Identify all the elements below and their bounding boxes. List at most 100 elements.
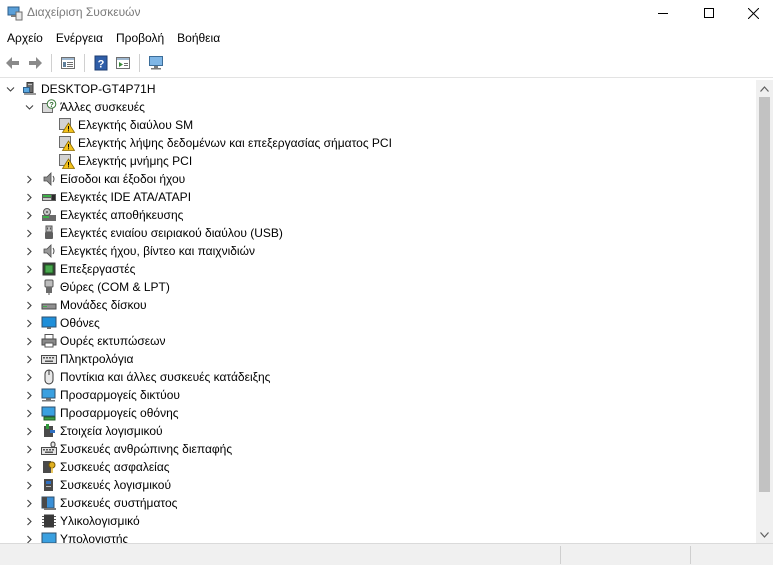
chevron-right-icon[interactable] xyxy=(23,317,35,329)
computer-icon xyxy=(41,531,57,543)
chevron-right-icon[interactable] xyxy=(23,191,35,203)
title-bar: Διαχείριση Συσκευών xyxy=(0,0,773,26)
svg-text:?: ? xyxy=(98,59,105,71)
tree-category-ports[interactable]: Θύρες (COM & LPT) xyxy=(0,278,756,296)
menu-view[interactable]: Προβολή xyxy=(111,27,169,49)
category-label: Ελεγκτές ήχου, βίντεο και παιχνιδιών xyxy=(60,244,255,258)
category-label: Προσαρμογείς δικτύου xyxy=(60,388,180,402)
toolbar-separator xyxy=(51,54,52,72)
scan-hardware-button[interactable] xyxy=(145,52,167,74)
maximize-button[interactable] xyxy=(686,0,732,26)
toolbar: ? xyxy=(0,50,773,76)
category-label: Θύρες (COM & LPT) xyxy=(60,280,170,294)
help-button[interactable]: ? xyxy=(90,52,112,74)
usb-icon xyxy=(41,225,57,241)
keyboard-icon xyxy=(41,351,57,367)
display-adapter-icon xyxy=(41,405,57,421)
back-arrow-icon xyxy=(6,57,19,69)
device-manager-app-icon xyxy=(7,5,23,21)
scroll-up-button[interactable] xyxy=(756,80,773,97)
tree-child-pci-memory-controller[interactable]: Ελεγκτής μνήμης PCI xyxy=(0,152,756,170)
warning-device-icon xyxy=(59,153,75,169)
forward-button[interactable] xyxy=(24,52,46,74)
security-device-icon xyxy=(41,459,57,475)
chevron-right-icon[interactable] xyxy=(23,227,35,239)
tree-child-pci-data-acquisition-controller[interactable]: Ελεγκτής λήψης δεδομένων και επεξεργασία… xyxy=(0,134,756,152)
menu-action[interactable]: Ενέργεια xyxy=(51,27,108,49)
chevron-right-icon[interactable] xyxy=(23,461,35,473)
minimize-icon xyxy=(658,13,668,14)
chevron-right-icon[interactable] xyxy=(23,209,35,221)
tree-category-disk-drives[interactable]: Μονάδες δίσκου xyxy=(0,296,756,314)
chevron-right-icon[interactable] xyxy=(23,497,35,509)
tree-category-security-devices[interactable]: Συσκευές ασφαλείας xyxy=(0,458,756,476)
sound-icon xyxy=(41,243,57,259)
category-label: Ελεγκτές IDE ATA/ATAPI xyxy=(60,190,192,204)
software-component-icon xyxy=(41,423,57,439)
tree-category-software-devices[interactable]: Συσκευές λογισμικού xyxy=(0,476,756,494)
scroll-down-button[interactable] xyxy=(756,526,773,543)
chevron-right-icon[interactable] xyxy=(23,371,35,383)
category-label: Υλικολογισμικό xyxy=(60,514,140,528)
tree-category-computer[interactable]: Υπολογιστής xyxy=(0,530,756,543)
tree-category-ide-ata-atapi[interactable]: Ελεγκτές IDE ATA/ATAPI xyxy=(0,188,756,206)
warning-device-icon xyxy=(59,135,75,151)
system-device-icon xyxy=(41,495,57,511)
tree-category-print-queues[interactable]: Ουρές εκτυπώσεων xyxy=(0,332,756,350)
tree-category-human-interface-devices[interactable]: Συσκευές ανθρώπινης διεπαφής xyxy=(0,440,756,458)
chevron-down-icon[interactable] xyxy=(23,101,35,113)
chevron-down-icon[interactable] xyxy=(4,83,16,95)
menu-file[interactable]: Αρχείο xyxy=(2,27,48,49)
tree-category-keyboards[interactable]: Πληκτρολόγια xyxy=(0,350,756,368)
category-label: Ποντίκια και άλλες συσκευές κατάδειξης xyxy=(60,370,271,384)
tree-category-other-devices[interactable]: ? Άλλες συσκευές xyxy=(0,98,756,116)
tree-category-storage-controllers[interactable]: Ελεγκτές αποθήκευσης xyxy=(0,206,756,224)
chevron-right-icon[interactable] xyxy=(23,389,35,401)
chevron-right-icon[interactable] xyxy=(23,263,35,275)
window-title: Διαχείριση Συσκευών xyxy=(27,5,141,19)
vertical-scrollbar[interactable] xyxy=(756,80,773,543)
tree-category-display-adapters[interactable]: Προσαρμογείς οθόνης xyxy=(0,404,756,422)
tree-category-firmware[interactable]: Υλικολογισμικό xyxy=(0,512,756,530)
chevron-right-icon[interactable] xyxy=(23,479,35,491)
chevron-right-icon[interactable] xyxy=(23,353,35,365)
close-icon xyxy=(747,7,759,19)
tree-category-processors[interactable]: Επεξεργαστές xyxy=(0,260,756,278)
tree-category-audio-inputs-outputs[interactable]: Είσοδοι και έξοδοι ήχου xyxy=(0,170,756,188)
close-button[interactable] xyxy=(730,0,773,26)
tree-category-software-components[interactable]: Στοιχεία λογισμικού xyxy=(0,422,756,440)
chevron-right-icon[interactable] xyxy=(23,533,35,543)
chevron-right-icon[interactable] xyxy=(23,425,35,437)
run-button[interactable] xyxy=(112,52,134,74)
properties-button[interactable] xyxy=(57,52,79,74)
tree-category-mice[interactable]: Ποντίκια και άλλες συσκευές κατάδειξης xyxy=(0,368,756,386)
chevron-right-icon[interactable] xyxy=(23,407,35,419)
chevron-right-icon[interactable] xyxy=(23,299,35,311)
scrollbar-thumb[interactable] xyxy=(759,97,770,492)
tree-category-network-adapters[interactable]: Προσαρμογείς δικτύου xyxy=(0,386,756,404)
tree-root-item[interactable]: DESKTOP-GT4P71H xyxy=(0,80,756,98)
chevron-right-icon[interactable] xyxy=(23,281,35,293)
chevron-right-icon[interactable] xyxy=(23,515,35,527)
tree-category-system-devices[interactable]: Συσκευές συστήματος xyxy=(0,494,756,512)
status-bar xyxy=(0,543,773,565)
back-button[interactable] xyxy=(2,52,24,74)
run-icon xyxy=(116,57,130,69)
mouse-icon xyxy=(41,369,57,385)
chevron-right-icon[interactable] xyxy=(23,245,35,257)
category-label: Συσκευές λογισμικού xyxy=(60,478,171,492)
storage-controller-icon xyxy=(41,207,57,223)
tree-child-sm-bus-controller[interactable]: Ελεγκτής διαύλου SM xyxy=(0,116,756,134)
menu-help[interactable]: Βοήθεια xyxy=(172,27,225,49)
tree-category-usb-controllers[interactable]: Ελεγκτές ενιαίου σειριακού διαύλου (USB) xyxy=(0,224,756,242)
chevron-right-icon[interactable] xyxy=(23,335,35,347)
properties-icon xyxy=(61,57,75,69)
chevron-right-icon[interactable] xyxy=(23,443,35,455)
maximize-icon xyxy=(704,8,714,18)
chevron-right-icon[interactable] xyxy=(23,173,35,185)
forward-arrow-icon xyxy=(29,57,42,69)
tree-category-sound-video-game[interactable]: Ελεγκτές ήχου, βίντεο και παιχνιδιών xyxy=(0,242,756,260)
minimize-button[interactable] xyxy=(640,0,686,26)
tree-category-monitors[interactable]: Οθόνες xyxy=(0,314,756,332)
category-label: Οθόνες xyxy=(60,316,100,330)
